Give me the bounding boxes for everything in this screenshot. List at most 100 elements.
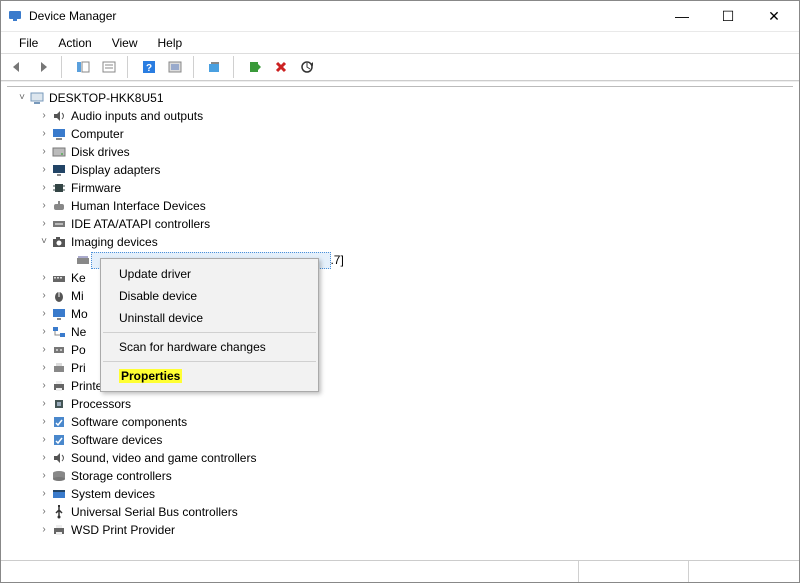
expand-arrow-icon[interactable]: ›	[37, 467, 51, 485]
expand-arrow-icon[interactable]: ›	[37, 107, 51, 125]
help-icon[interactable]: ?	[137, 56, 161, 78]
expand-arrow-icon[interactable]: ›	[37, 485, 51, 503]
properties-icon[interactable]	[97, 56, 121, 78]
computer-root-icon	[29, 90, 45, 106]
tree-category[interactable]: › Software devices	[5, 431, 795, 449]
expand-arrow-icon[interactable]: ›	[37, 269, 51, 287]
status-cell	[689, 561, 799, 582]
tree-root[interactable]: ˅ DESKTOP-HKK8U51	[5, 89, 795, 107]
forward-icon[interactable]	[31, 56, 55, 78]
expand-arrow-icon[interactable]: ›	[37, 377, 51, 395]
context-menu-item[interactable]: Uninstall device	[101, 307, 318, 329]
context-menu-item-label: Scan for hardware changes	[119, 340, 266, 354]
tree-category[interactable]: › Storage controllers	[5, 467, 795, 485]
mouse-icon	[51, 288, 67, 304]
device-manager-icon	[7, 8, 23, 24]
tree-category-label: Universal Serial Bus controllers	[71, 503, 238, 521]
toolbar: ?	[1, 53, 799, 81]
context-menu-item-label: Properties	[119, 369, 182, 383]
camera-icon	[51, 234, 67, 250]
expand-arrow-icon[interactable]: ›	[37, 395, 51, 413]
tree-category[interactable]: › IDE ATA/ATAPI controllers	[5, 215, 795, 233]
tree-category[interactable]: › Audio inputs and outputs	[5, 107, 795, 125]
cpu-icon	[51, 396, 67, 412]
expand-arrow-icon[interactable]: ›	[37, 521, 51, 539]
context-menu-item[interactable]: Scan for hardware changes	[101, 336, 318, 358]
collapse-arrow-icon[interactable]: ˅	[37, 233, 51, 251]
expand-arrow-icon[interactable]: ›	[37, 215, 51, 233]
tree-category[interactable]: › Sound, video and game controllers	[5, 449, 795, 467]
expand-arrow-icon[interactable]: ›	[37, 305, 51, 323]
printqueue-icon	[51, 360, 67, 376]
tree-category-label: Ke	[71, 269, 86, 287]
titlebar: Device Manager — ☐ ✕	[1, 1, 799, 31]
back-icon[interactable]	[5, 56, 29, 78]
software-icon	[51, 432, 67, 448]
expand-arrow-icon[interactable]: ›	[37, 161, 51, 179]
action-icon[interactable]	[163, 56, 187, 78]
software-icon	[51, 414, 67, 430]
toolbar-separator	[127, 56, 131, 78]
display-icon	[51, 162, 67, 178]
tree-category-label: Computer	[71, 125, 124, 143]
expand-arrow-icon[interactable]: ˅	[15, 89, 29, 107]
tree-category[interactable]: › WSD Print Provider	[5, 521, 795, 539]
tree-category-label: Software devices	[71, 431, 162, 449]
printer-icon	[51, 522, 67, 538]
refresh-icon[interactable]	[295, 56, 319, 78]
tree-category[interactable]: › Human Interface Devices	[5, 197, 795, 215]
context-menu-item-label: Disable device	[119, 289, 197, 303]
tree-category-label: Processors	[71, 395, 131, 413]
maximize-button[interactable]: ☐	[705, 1, 751, 31]
tree-category[interactable]: › System devices	[5, 485, 795, 503]
close-button[interactable]: ✕	[751, 1, 797, 31]
tree-category[interactable]: › Disk drives	[5, 143, 795, 161]
tree-category-label: Ne	[71, 323, 86, 341]
context-menu-item[interactable]: Disable device	[101, 285, 318, 307]
svg-text:?: ?	[146, 63, 152, 74]
context-menu-item-label: Update driver	[119, 267, 191, 281]
tree-category[interactable]: › Computer	[5, 125, 795, 143]
tree-category-label: Storage controllers	[71, 467, 172, 485]
expand-arrow-icon[interactable]: ›	[37, 179, 51, 197]
tree-category[interactable]: ˅ Imaging devices	[5, 233, 795, 251]
expand-arrow-icon[interactable]: ›	[37, 323, 51, 341]
expand-arrow-icon[interactable]: ›	[37, 341, 51, 359]
monitor-icon	[51, 306, 67, 322]
hid-icon	[51, 198, 67, 214]
menu-action[interactable]: Action	[48, 33, 101, 53]
network-icon	[51, 324, 67, 340]
tree-category-label: Mo	[71, 305, 88, 323]
minimize-button[interactable]: —	[659, 1, 705, 31]
scan-hardware-icon[interactable]	[203, 56, 227, 78]
tree-category-label: IDE ATA/ATAPI controllers	[71, 215, 210, 233]
enable-icon[interactable]	[243, 56, 267, 78]
tree-category[interactable]: › Processors	[5, 395, 795, 413]
tree-category-label: Firmware	[71, 179, 121, 197]
menu-view[interactable]: View	[102, 33, 148, 53]
expand-arrow-icon[interactable]: ›	[37, 413, 51, 431]
tree-category-label: Human Interface Devices	[71, 197, 206, 215]
keyboard-icon	[51, 270, 67, 286]
menu-help[interactable]: Help	[148, 33, 193, 53]
expand-arrow-icon[interactable]: ›	[37, 503, 51, 521]
expand-arrow-icon[interactable]: ›	[37, 359, 51, 377]
expand-arrow-icon[interactable]: ›	[37, 197, 51, 215]
toolbar-separator	[61, 56, 65, 78]
expand-arrow-icon[interactable]: ›	[37, 125, 51, 143]
context-menu-item[interactable]: Properties	[101, 365, 318, 387]
statusbar	[1, 560, 799, 582]
tree-category[interactable]: › Software components	[5, 413, 795, 431]
expand-arrow-icon[interactable]: ›	[37, 287, 51, 305]
tree-category-label: Display adapters	[71, 161, 160, 179]
disable-icon[interactable]	[269, 56, 293, 78]
menu-file[interactable]: File	[9, 33, 48, 53]
context-menu-item[interactable]: Update driver	[101, 263, 318, 285]
expand-arrow-icon[interactable]: ›	[37, 431, 51, 449]
tree-category[interactable]: › Universal Serial Bus controllers	[5, 503, 795, 521]
expand-arrow-icon[interactable]: ›	[37, 143, 51, 161]
tree-category[interactable]: › Display adapters	[5, 161, 795, 179]
show-hide-console-tree-icon[interactable]	[71, 56, 95, 78]
expand-arrow-icon[interactable]: ›	[37, 449, 51, 467]
tree-category[interactable]: › Firmware	[5, 179, 795, 197]
